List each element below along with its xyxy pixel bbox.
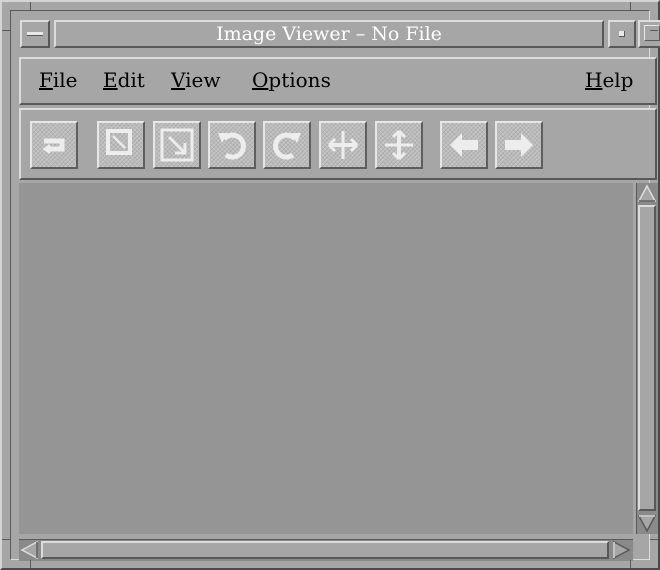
rotate-right-icon bbox=[273, 132, 301, 160]
toolbar bbox=[19, 108, 657, 180]
resize-handle[interactable] bbox=[630, 560, 631, 568]
zoom-area-icon bbox=[160, 128, 194, 162]
restore-button[interactable] bbox=[30, 121, 78, 169]
rotate-left-button[interactable] bbox=[208, 121, 256, 169]
zoom-fit-button[interactable] bbox=[97, 121, 145, 169]
menu-edit[interactable]: Edit bbox=[103, 68, 145, 92]
resize-handle[interactable] bbox=[30, 560, 31, 568]
restore-icon bbox=[42, 138, 65, 154]
previous-button[interactable] bbox=[440, 121, 488, 169]
menu-options-label: ptions bbox=[268, 68, 331, 92]
rotate-left-icon bbox=[218, 132, 246, 160]
resize-handle[interactable] bbox=[650, 539, 658, 540]
vertical-scroll-thumb[interactable] bbox=[638, 205, 656, 511]
flip-horizontal-icon bbox=[327, 131, 359, 159]
menu-file-label: ile bbox=[52, 68, 78, 92]
menu-help[interactable]: Help bbox=[585, 68, 634, 92]
scroll-up-arrow-icon[interactable] bbox=[638, 184, 656, 204]
scroll-right-arrow-icon[interactable] bbox=[611, 541, 631, 559]
menu-file[interactable]: File bbox=[39, 68, 78, 92]
menu-view[interactable]: View bbox=[171, 68, 220, 92]
menu-help-mnemonic: H bbox=[585, 68, 603, 92]
scroll-left-arrow-icon[interactable] bbox=[20, 541, 40, 559]
menu-view-mnemonic: V bbox=[171, 68, 186, 92]
menu-bar: File Edit View Options Help bbox=[19, 57, 657, 105]
next-button[interactable] bbox=[495, 121, 543, 169]
menu-options[interactable]: Options bbox=[252, 68, 331, 92]
menu-help-label: elp bbox=[602, 68, 634, 92]
next-arrow-icon bbox=[505, 133, 533, 157]
scroll-down-arrow-icon[interactable] bbox=[638, 513, 656, 533]
flip-vertical-button[interactable] bbox=[375, 121, 423, 169]
zoom-fit-icon bbox=[106, 129, 132, 155]
rotate-right-button[interactable] bbox=[263, 121, 311, 169]
minimize-button[interactable] bbox=[608, 20, 636, 48]
window-menu-icon bbox=[27, 32, 43, 36]
maximize-button[interactable] bbox=[638, 20, 660, 48]
maximize-icon bbox=[644, 25, 660, 41]
resize-handle[interactable] bbox=[2, 30, 10, 31]
vertical-scrollbar[interactable] bbox=[636, 183, 658, 534]
resize-handle[interactable] bbox=[2, 539, 10, 540]
resize-handle[interactable] bbox=[650, 30, 658, 31]
window-title[interactable]: Image Viewer – No File bbox=[54, 20, 604, 48]
menu-edit-label: dit bbox=[117, 68, 145, 92]
menu-file-mnemonic: F bbox=[39, 68, 53, 92]
flip-horizontal-button[interactable] bbox=[319, 121, 367, 169]
minimize-icon bbox=[619, 31, 625, 37]
menu-options-mnemonic: O bbox=[252, 68, 269, 92]
menu-view-label: iew bbox=[185, 68, 221, 92]
horizontal-scroll-thumb[interactable] bbox=[41, 541, 609, 559]
image-viewer-window: Image Viewer – No File File Edit View Op… bbox=[0, 0, 660, 570]
title-bar[interactable]: Image Viewer – No File bbox=[16, 16, 660, 52]
menu-edit-mnemonic: E bbox=[103, 68, 118, 92]
image-display-area[interactable] bbox=[19, 183, 633, 534]
horizontal-scrollbar[interactable] bbox=[19, 539, 633, 561]
previous-arrow-icon bbox=[450, 133, 478, 157]
zoom-area-button[interactable] bbox=[153, 121, 201, 169]
resize-handle[interactable] bbox=[630, 2, 631, 10]
flip-vertical-icon bbox=[385, 129, 413, 161]
resize-handle[interactable] bbox=[30, 2, 31, 10]
window-menu-button[interactable] bbox=[20, 20, 50, 48]
